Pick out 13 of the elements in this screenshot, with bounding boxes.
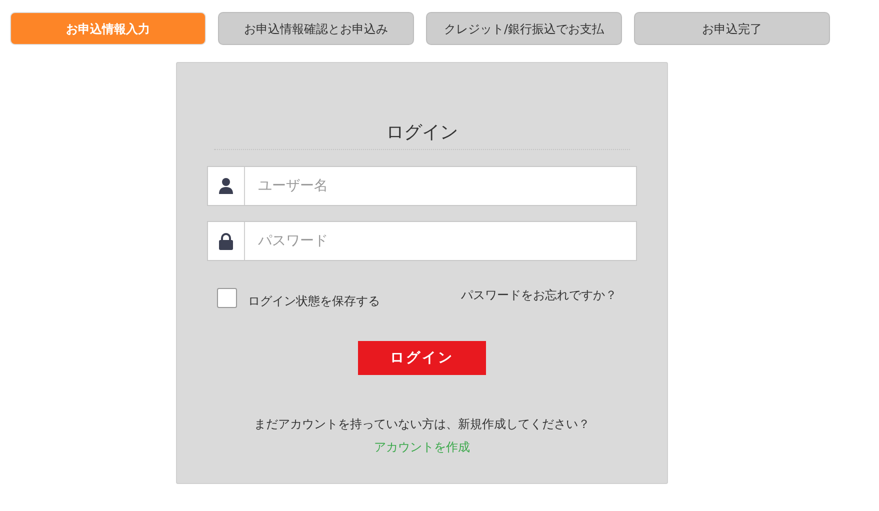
remember-label: ログイン状態を保存する xyxy=(248,293,380,310)
login-title: ログイン xyxy=(386,121,458,145)
forgot-password-link[interactable]: パスワードをお忘れですか？ xyxy=(461,286,617,304)
step-tab[interactable]: クレジット/銀行振込でお支払 xyxy=(426,12,622,45)
remember-checkbox[interactable] xyxy=(217,288,237,308)
login-button[interactable]: ログイン xyxy=(358,341,486,375)
step-tab[interactable]: お申込完了 xyxy=(634,12,830,45)
step-tab[interactable]: お申込情報確認とお申込み xyxy=(218,12,414,45)
lock-icon xyxy=(219,232,233,250)
user-icon xyxy=(219,178,233,194)
username-field[interactable]: ユーザー名 xyxy=(207,166,637,206)
signup-prompt: まだアカウントを持っていない方は、新規作成してください？ xyxy=(254,416,590,433)
password-field[interactable]: パスワード xyxy=(207,221,637,261)
